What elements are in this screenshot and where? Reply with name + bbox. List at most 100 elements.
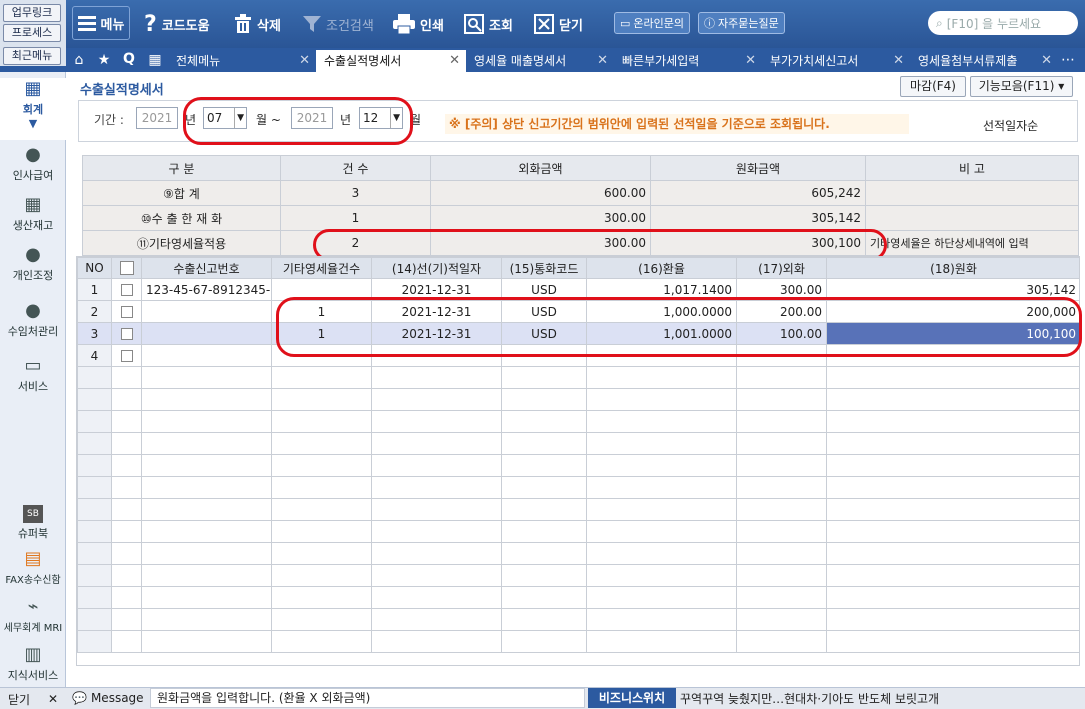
faq-button[interactable]: ⓘ 자주묻는질문: [698, 12, 785, 34]
sidebar-item-service[interactable]: ▭ 서비스: [0, 355, 66, 394]
empty-cell: [111, 432, 142, 455]
empty-cell: [77, 410, 112, 433]
sidebar-item-label: 개인조정: [12, 269, 54, 282]
empty-cell: [826, 630, 1079, 653]
quick-link-button[interactable]: 업무링크: [3, 4, 61, 22]
empty-cell: [501, 432, 587, 455]
sidebar-close-button[interactable]: 닫기 ✕: [4, 690, 62, 708]
empty-cell: [271, 454, 372, 477]
close-period-button[interactable]: 마감(F4): [900, 76, 966, 97]
calculator-icon: ▦: [24, 78, 42, 99]
row-number: 3: [77, 322, 112, 345]
notice-banner: ※ [주의] 상단 신고기간의 범위안에 입력된 선적일을 기준으로 조회됩니다…: [445, 114, 909, 134]
tab-close-icon[interactable]: ✕: [449, 50, 460, 72]
empty-cell: [111, 388, 142, 411]
process-button[interactable]: 프로세스: [3, 24, 61, 42]
empty-cell: [736, 476, 827, 499]
message-label-text: Message: [90, 691, 144, 705]
export-declaration-cell[interactable]: 123-45-67-8912345-6: [141, 278, 272, 301]
empty-cell: [141, 630, 272, 653]
year-from-input[interactable]: 2021: [136, 107, 178, 129]
summary-cell: 305,142: [650, 205, 866, 231]
delete-button[interactable]: 삭제: [234, 6, 281, 42]
empty-cell: [77, 454, 112, 477]
functions-button[interactable]: 기능모음(F11) ▾: [970, 76, 1073, 97]
tab-zero-rate-docs[interactable]: 영세율첨부서류제출 ✕: [910, 50, 1058, 72]
export-declaration-cell[interactable]: [141, 322, 272, 345]
menu-button[interactable]: 메뉴: [72, 6, 130, 40]
tab-close-icon[interactable]: ✕: [299, 50, 310, 72]
summary-cell: 605,242: [650, 180, 866, 206]
tab-export-record[interactable]: 수출실적명세서 ✕: [316, 50, 466, 72]
tab-close-icon[interactable]: ✕: [893, 50, 904, 72]
summary-cell: ⑩수 출 한 재 화: [82, 205, 281, 231]
grid-menu-icon[interactable]: ▦: [146, 52, 164, 70]
home-icon[interactable]: ⌂: [70, 52, 88, 70]
empty-row: [77, 564, 1079, 587]
row-checkbox[interactable]: [111, 322, 142, 345]
empty-cell: [501, 498, 587, 521]
page-title: 수출실적명세서: [80, 83, 164, 98]
empty-cell: [826, 542, 1079, 565]
row-checkbox[interactable]: [111, 278, 142, 301]
detail-header: (14)선(기)적일자: [371, 257, 502, 279]
quick-search-icon[interactable]: Q: [120, 51, 138, 69]
close-button[interactable]: 닫기: [534, 6, 583, 42]
online-inquiry-button[interactable]: ▭ 온라인문의: [614, 12, 691, 34]
empty-cell: [77, 608, 112, 631]
empty-cell: [826, 586, 1079, 609]
row-number: 4: [77, 344, 112, 367]
more-tabs-icon[interactable]: ⋯: [1061, 52, 1075, 68]
tab-vat-return[interactable]: 부가가치세신고서 ✕: [762, 50, 910, 72]
empty-cell: [586, 454, 737, 477]
row-checkbox[interactable]: [111, 344, 142, 367]
select-all-checkbox[interactable]: [111, 257, 142, 279]
sidebar-item-fax[interactable]: ▤ FAX송수신함: [0, 548, 66, 586]
row-number: 2: [77, 300, 112, 323]
condition-search-button[interactable]: 조건검색: [303, 6, 374, 42]
empty-row: [77, 388, 1079, 411]
global-search-box[interactable]: ⌕ [F10] 을 누르세요: [928, 11, 1078, 35]
empty-cell: [586, 498, 737, 521]
tab-close-icon[interactable]: ✕: [597, 50, 608, 72]
summary-header: 건 수: [280, 155, 431, 181]
empty-cell: [77, 520, 112, 543]
sidebar-item-client-mgmt[interactable]: ● 수임처관리: [0, 300, 66, 339]
tab-close-icon[interactable]: ✕: [1041, 50, 1052, 72]
sidebar-item-accounting[interactable]: ▦ 회계 ▼: [0, 78, 66, 140]
sidebar-item-tax-mri[interactable]: ⌁ 세무회계 MRI: [0, 596, 66, 634]
detail-header: 기타영세율건수: [271, 257, 372, 279]
sidebar-item-hr-payroll[interactable]: ● 인사급여: [0, 144, 66, 183]
empty-cell: [501, 542, 587, 565]
sidebar-item-personal-adjust[interactable]: ● 개인조정: [0, 244, 66, 283]
filter-icon: [303, 15, 321, 33]
sidebar-item-knowledge[interactable]: ▥ 지식서비스: [0, 644, 66, 683]
empty-row: [77, 608, 1079, 631]
export-declaration-cell[interactable]: [141, 344, 272, 367]
empty-cell: [141, 432, 272, 455]
tab-close-icon[interactable]: ✕: [745, 50, 756, 72]
print-button[interactable]: 인쇄: [393, 6, 444, 42]
tab-all-menu[interactable]: 전체메뉴 ✕: [168, 50, 316, 72]
code-help-label: 코드도움: [161, 18, 210, 34]
empty-cell: [371, 586, 502, 609]
recent-menu-button[interactable]: 최근메뉴: [3, 47, 61, 65]
code-help-button[interactable]: ? 코드도움: [144, 6, 210, 42]
search-button[interactable]: 조회: [464, 6, 513, 42]
empty-cell: [111, 476, 142, 499]
summary-header: 구 분: [82, 155, 281, 181]
printer-icon: [393, 14, 415, 34]
row-checkbox[interactable]: [111, 300, 142, 323]
empty-cell: [736, 608, 827, 631]
monitor-icon: ▭: [24, 355, 42, 376]
star-icon[interactable]: ★: [95, 52, 113, 70]
news-headline[interactable]: 꾸역꾸역 늦췄지만…현대차·기아도 반도체 보릿고개: [680, 690, 939, 707]
sidebar-item-superbook[interactable]: SB 슈퍼북: [0, 505, 66, 541]
export-declaration-cell[interactable]: [141, 300, 272, 323]
empty-cell: [501, 410, 587, 433]
tab-zero-rate-sales[interactable]: 영세율 매출명세서 ✕: [466, 50, 614, 72]
delete-label: 삭제: [257, 18, 281, 34]
tab-quick-vat-entry[interactable]: 빠른부가세입력 ✕: [614, 50, 762, 72]
sidebar-item-production[interactable]: ▦ 생산재고: [0, 194, 66, 233]
empty-row: [77, 542, 1079, 565]
